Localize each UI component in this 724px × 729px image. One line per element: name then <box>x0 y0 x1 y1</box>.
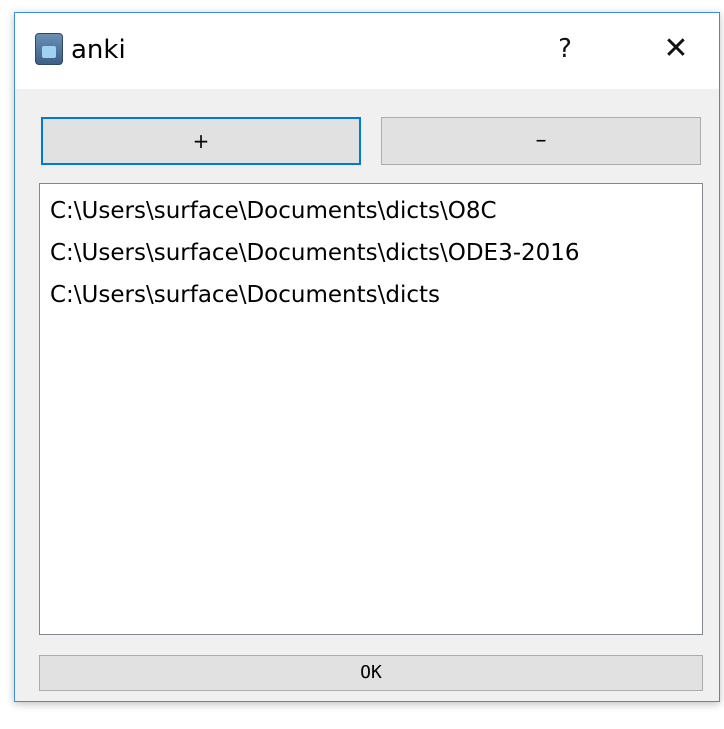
remove-folder-button[interactable]: – <box>381 117 701 165</box>
add-folder-button[interactable]: + <box>41 117 361 165</box>
window-title: anki <box>71 35 126 65</box>
dialog-window: anki ? ✕ + – C:\Users\surface\Documents\… <box>14 12 720 702</box>
list-item[interactable]: C:\Users\surface\Documents\dicts <box>50 274 692 316</box>
ok-button[interactable]: OK <box>39 655 703 691</box>
close-button[interactable]: ✕ <box>651 29 701 69</box>
list-item[interactable]: C:\Users\surface\Documents\dicts\ODE3-20… <box>50 232 692 274</box>
anki-app-icon <box>35 33 63 65</box>
folder-list[interactable]: C:\Users\surface\Documents\dicts\O8C C:\… <box>39 183 703 635</box>
help-button[interactable]: ? <box>545 29 585 69</box>
list-item[interactable]: C:\Users\surface\Documents\dicts\O8C <box>50 190 692 232</box>
title-bar[interactable]: anki ? ✕ <box>15 13 719 89</box>
